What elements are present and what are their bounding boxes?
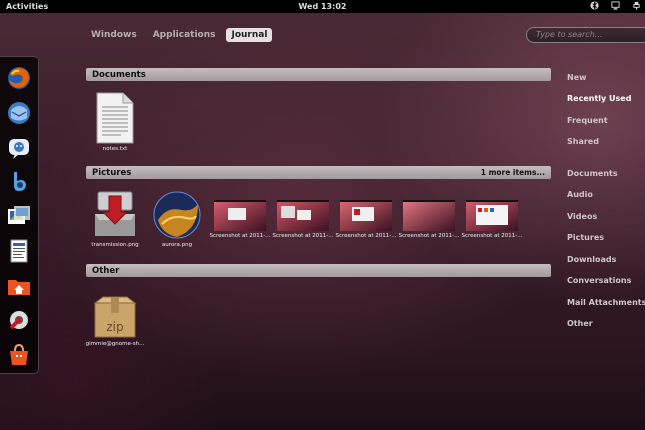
item-label: Screenshot at 2011-... — [272, 233, 334, 239]
picture-item[interactable]: Screenshot at 2011-... — [209, 200, 271, 239]
aurora-icon — [153, 191, 201, 239]
more-items-link[interactable]: 1 more items... — [481, 168, 545, 177]
tab-journal[interactable]: Journal — [226, 28, 273, 42]
filter-conversations[interactable]: Conversations — [567, 276, 631, 285]
item-label: Screenshot at 2011-... — [209, 233, 271, 239]
screenshot-thumbnail — [277, 200, 329, 231]
filter-recently-used[interactable]: Recently Used — [567, 94, 631, 103]
text-file-icon — [96, 92, 134, 144]
software-center-icon[interactable] — [6, 342, 32, 368]
item-label: Screenshot at 2011-... — [461, 233, 523, 239]
empathy-icon[interactable] — [6, 135, 32, 161]
system-tray — [590, 0, 641, 13]
item-label: Screenshot at 2011-... — [398, 233, 460, 239]
zip-archive-icon: zip — [93, 296, 137, 338]
network-icon[interactable] — [611, 1, 620, 12]
filter-pictures[interactable]: Pictures — [567, 233, 604, 242]
filter-shared[interactable]: Shared — [567, 137, 599, 146]
system-settings-icon[interactable] — [6, 307, 32, 333]
power-icon[interactable] — [632, 1, 641, 12]
filter-videos[interactable]: Videos — [567, 212, 597, 221]
view-selector: Windows Applications Journal — [86, 28, 273, 42]
picture-item[interactable]: Screenshot at 2011-... — [398, 200, 460, 239]
item-label: gimmie@gnome-sh... — [85, 341, 145, 347]
filter-other[interactable]: Other — [567, 319, 593, 328]
filter-mail-attachments[interactable]: Mail Attachments — [567, 298, 645, 307]
filter-audio[interactable]: Audio — [567, 190, 593, 199]
screenshot-thumbnail — [214, 200, 266, 231]
banshee-icon[interactable] — [6, 169, 32, 195]
section-documents-header: Documents — [86, 68, 551, 81]
document-item[interactable]: notes.txt — [84, 92, 146, 152]
dash — [0, 56, 39, 374]
clock[interactable]: Wed 13:02 — [0, 2, 645, 11]
item-label: transmission.png — [91, 242, 139, 248]
activities-button[interactable]: Activities — [0, 2, 54, 11]
firefox-icon[interactable] — [6, 65, 32, 91]
filter-documents[interactable]: Documents — [567, 169, 618, 178]
section-title: Other — [92, 265, 120, 276]
search-input[interactable]: Type to search... — [526, 27, 645, 43]
section-pictures-header: Pictures 1 more items... — [86, 166, 551, 179]
shotwell-icon[interactable] — [6, 204, 32, 230]
other-item[interactable]: zip gimmie@gnome-sh... — [84, 295, 146, 347]
screenshot-thumbnail — [340, 200, 392, 231]
thunderbird-icon[interactable] — [6, 100, 32, 126]
filter-downloads[interactable]: Downloads — [567, 255, 616, 264]
item-label: Screenshot at 2011-... — [335, 233, 397, 239]
tab-windows[interactable]: Windows — [86, 28, 142, 42]
picture-item[interactable]: Screenshot at 2011-... — [335, 200, 397, 239]
home-folder-icon[interactable] — [6, 273, 32, 299]
section-title: Pictures — [92, 167, 132, 178]
bluetooth-icon[interactable] — [590, 1, 599, 12]
top-panel: Activities Wed 13:02 — [0, 0, 645, 13]
filter-new[interactable]: New — [567, 73, 587, 82]
text-editor-icon[interactable] — [6, 238, 32, 264]
item-label: notes.txt — [102, 146, 128, 152]
section-title: Documents — [92, 69, 146, 80]
svg-text:zip: zip — [106, 320, 123, 334]
picture-item[interactable]: aurora.png — [146, 190, 208, 248]
filter-frequent[interactable]: Frequent — [567, 116, 608, 125]
item-label: aurora.png — [161, 242, 193, 248]
picture-item[interactable]: Screenshot at 2011-... — [461, 200, 523, 239]
transmission-icon — [95, 191, 135, 236]
screenshot-thumbnail — [466, 200, 518, 231]
tab-applications[interactable]: Applications — [148, 28, 221, 42]
screenshot-thumbnail — [403, 200, 455, 231]
picture-item[interactable]: Screenshot at 2011-... — [272, 200, 334, 239]
section-other-header: Other — [86, 264, 551, 277]
picture-item[interactable]: transmission.png — [84, 190, 146, 248]
